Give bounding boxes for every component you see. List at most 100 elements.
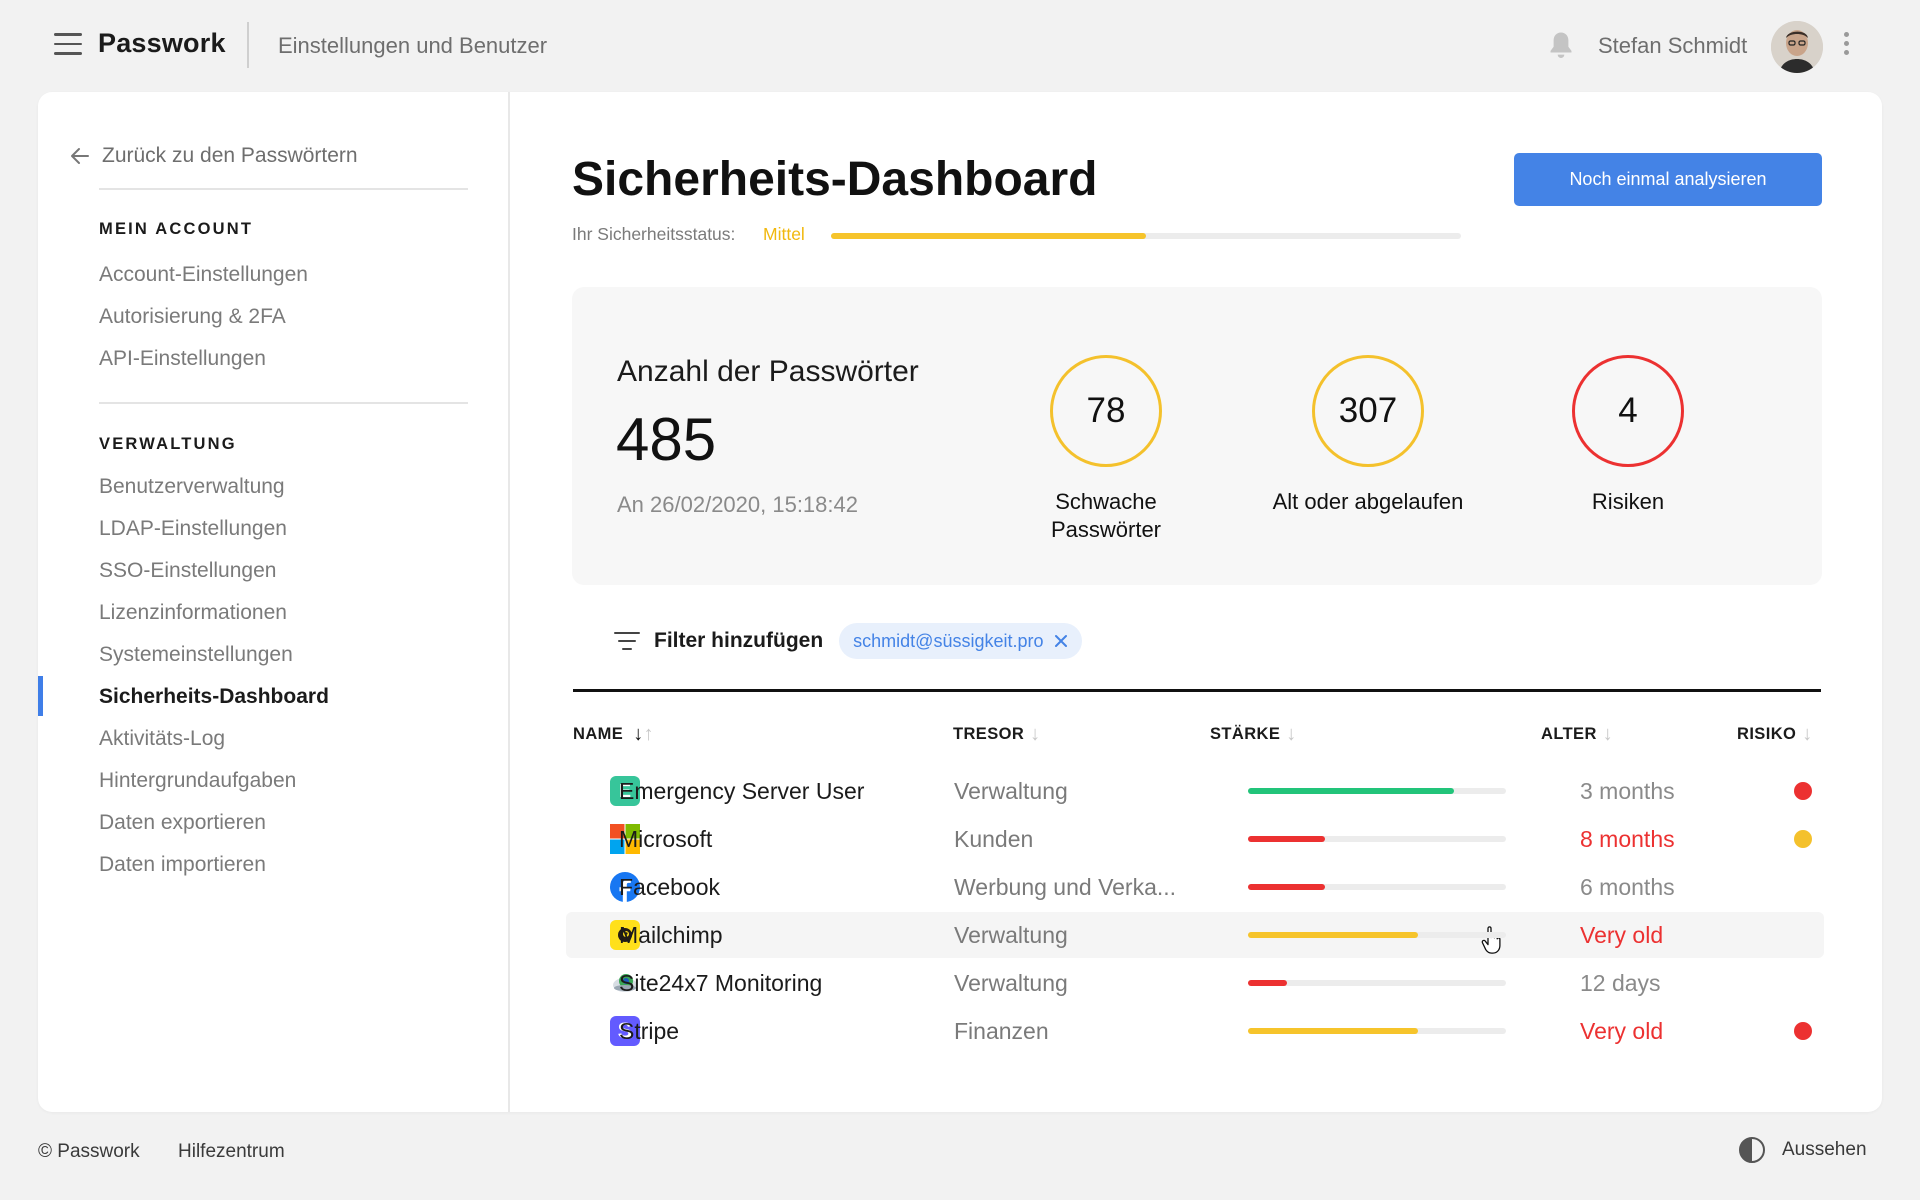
metric-risks[interactable]: 4 Risiken — [1508, 355, 1748, 516]
entry-name: Site24x7 Monitoring — [619, 970, 823, 996]
metric-weak-passwords[interactable]: 78 Schwache Passwörter — [986, 355, 1226, 544]
section-heading-administration: VERWALTUNG — [99, 435, 237, 453]
metric-circle: 4 — [1572, 355, 1684, 467]
filter-icon[interactable] — [614, 631, 640, 651]
entry-vault: Finanzen — [954, 1018, 1049, 1044]
sidebar-item-account-settings[interactable]: Account-Einstellungen — [99, 263, 308, 287]
strength-fill — [1248, 884, 1326, 890]
metric-label: Alt oder abgelaufen — [1272, 489, 1464, 514]
entry-name: Stripe — [619, 1018, 680, 1044]
entry-vault: Kunden — [954, 826, 1034, 852]
contrast-icon — [1739, 1137, 1765, 1163]
sidebar-item-background-tasks[interactable]: Hintergrundaufgaben — [99, 769, 296, 793]
security-status-bar — [831, 233, 1461, 239]
close-icon[interactable] — [1054, 634, 1068, 648]
add-filter-button[interactable]: Filter hinzufügen — [654, 629, 823, 653]
back-label: Zurück zu den Passwörtern — [102, 144, 358, 167]
analysis-date: An 26/02/2020, 15:18:42 — [617, 492, 858, 517]
sidebar-item-activity-log[interactable]: Aktivitäts-Log — [99, 727, 225, 751]
filter-bar: Filter hinzufügen schmidt@süssigkeit.pro — [572, 623, 1082, 659]
table-row[interactable]: Facebook Werbung und Verka... 6 months — [566, 864, 1824, 910]
password-count-label: Anzahl der Passwörter — [617, 355, 919, 388]
sort-icon: ↓ — [1602, 723, 1614, 745]
metric-circle: 78 — [1050, 355, 1162, 467]
strength-fill — [1248, 836, 1326, 842]
strength-bar — [1248, 932, 1506, 938]
security-status-label: Ihr Sicherheitsstatus: — [572, 224, 736, 244]
strength-bar — [1248, 788, 1506, 794]
sidebar-item-export-data[interactable]: Daten exportieren — [99, 811, 266, 835]
menu-icon[interactable] — [54, 33, 82, 57]
sidebar-item-authorization-2fa[interactable]: Autorisierung & 2FA — [99, 305, 286, 329]
entry-vault: Werbung und Verka... — [954, 874, 1177, 900]
sidebar-item-system-settings[interactable]: Systemeinstellungen — [99, 643, 293, 667]
back-to-passwords-link[interactable]: Zurück zu den Passwörtern — [68, 144, 358, 168]
active-indicator — [38, 676, 43, 716]
risk-dot — [1794, 782, 1812, 800]
page-title: Sicherheits-Dashboard — [572, 153, 1098, 206]
table-row[interactable]: E Emergency Server User Verwaltung 3 mon… — [566, 768, 1824, 814]
sidebar-item-api-settings[interactable]: API-Einstellungen — [99, 347, 266, 371]
entry-age: 8 months — [1580, 826, 1675, 852]
footer: © Passwork Hilfezentrum Aussehen — [0, 1120, 1920, 1180]
strength-bar — [1248, 980, 1506, 986]
strength-bar — [1248, 1028, 1506, 1034]
column-header-risk[interactable]: RISIKO ↓ — [1737, 723, 1813, 746]
more-options-icon[interactable] — [1840, 32, 1852, 58]
risk-dot — [1794, 1022, 1812, 1040]
table-row[interactable]: Site24x7 Monitoring Verwaltung 12 days — [566, 960, 1824, 1006]
top-bar: Passwork Einstellungen und Benutzer Stef… — [0, 0, 1920, 91]
entry-name: Microsoft — [619, 826, 713, 852]
filter-chip-label: schmidt@süssigkeit.pro — [853, 630, 1044, 651]
entry-name: Emergency Server User — [619, 778, 865, 804]
arrow-left-icon — [71, 148, 89, 164]
brand-logo[interactable]: Passwork — [98, 28, 226, 59]
sidebar-divider — [99, 402, 468, 404]
column-header-name[interactable]: NAME ↓ ↑ — [573, 723, 654, 746]
metric-circle: 307 — [1312, 355, 1424, 467]
sort-asc-icon: ↑ — [643, 723, 654, 745]
column-label: STÄRKE — [1210, 725, 1281, 743]
column-label: NAME — [573, 725, 624, 743]
bell-icon[interactable] — [1546, 30, 1576, 62]
appearance-toggle[interactable]: Aussehen — [1738, 1136, 1867, 1164]
sort-icon: ↓ — [1030, 723, 1041, 745]
appearance-label: Aussehen — [1782, 1139, 1867, 1160]
table-top-rule — [573, 689, 1821, 692]
table-row[interactable]: S Stripe Finanzen Very old — [566, 1008, 1824, 1054]
sidebar-item-security-dashboard[interactable]: Sicherheits-Dashboard — [99, 685, 329, 709]
filter-chip[interactable]: schmidt@süssigkeit.pro — [839, 623, 1082, 659]
reanalyze-button[interactable]: Noch einmal analysieren — [1514, 153, 1822, 206]
sidebar-item-ldap-settings[interactable]: LDAP-Einstellungen — [99, 517, 287, 541]
security-status-fill — [831, 233, 1146, 239]
user-name[interactable]: Stefan Schmidt — [1598, 33, 1747, 59]
avatar[interactable] — [1771, 21, 1823, 73]
sidebar-item-user-management[interactable]: Benutzerverwaltung — [99, 475, 285, 499]
metric-label: Schwache Passwörter — [1050, 489, 1162, 542]
sidebar: Zurück zu den Passwörtern MEIN ACCOUNT A… — [38, 92, 510, 1112]
entry-vault: Verwaltung — [954, 970, 1068, 996]
entry-vault: Verwaltung — [954, 778, 1068, 804]
sidebar-item-import-data[interactable]: Daten importieren — [99, 853, 266, 877]
column-header-age[interactable]: ALTER ↓ — [1541, 723, 1613, 746]
sidebar-item-license-info[interactable]: Lizenzinformationen — [99, 601, 287, 625]
help-center-link[interactable]: Hilfezentrum — [178, 1141, 285, 1163]
strength-fill — [1248, 980, 1287, 986]
main-card: Zurück zu den Passwörtern MEIN ACCOUNT A… — [38, 92, 1882, 1112]
strength-bar — [1248, 836, 1506, 842]
sidebar-divider — [99, 188, 468, 190]
strength-fill — [1248, 788, 1455, 794]
metric-old-or-expired[interactable]: 307 Alt oder abgelaufen — [1248, 355, 1488, 516]
column-header-strength[interactable]: STÄRKE ↓ — [1210, 723, 1297, 746]
table-row[interactable]: Microsoft Kunden 8 months — [566, 816, 1824, 862]
metric-label: Risiken — [1591, 489, 1665, 514]
column-label: RISIKO — [1737, 725, 1797, 743]
security-status-value: Mittel — [763, 224, 805, 244]
table-row[interactable]: Mailchimp Verwaltung Very old — [566, 912, 1824, 958]
entry-name: Facebook — [619, 874, 721, 900]
sidebar-item-sso-settings[interactable]: SSO-Einstellungen — [99, 559, 276, 583]
entry-name: Mailchimp — [619, 922, 723, 948]
column-label: TRESOR — [953, 725, 1025, 743]
strength-bar — [1248, 884, 1506, 890]
column-header-vault[interactable]: TRESOR ↓ — [953, 723, 1041, 746]
